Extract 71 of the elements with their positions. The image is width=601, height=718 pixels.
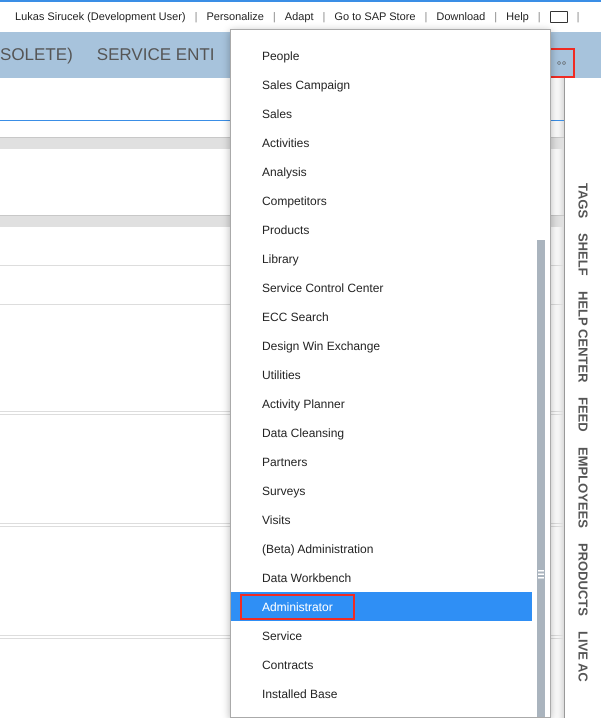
separator: |	[272, 11, 276, 23]
menu-item-label: Contracts	[261, 656, 314, 674]
menu-item-label: Data Workbench	[261, 570, 352, 586]
menu-item[interactable]: Partners	[231, 447, 532, 476]
separator: |	[576, 11, 580, 23]
top-bar-link[interactable]: Go to SAP Store	[334, 11, 416, 23]
menu-item[interactable]: Analysis	[231, 157, 532, 186]
menu-item[interactable]: Sales Campaign	[231, 70, 532, 99]
menu-item-label: Administrator	[242, 596, 353, 618]
menu-item[interactable]: Installed Base	[231, 679, 532, 708]
menu-item[interactable]: Products	[231, 215, 532, 244]
top-bar-link[interactable]: Download	[436, 11, 486, 23]
menu-item[interactable]: Visits	[231, 505, 532, 534]
menu-item-label: Data Cleansing	[261, 424, 346, 442]
menu-item-label: Design Win Exchange	[261, 338, 382, 354]
menu-item-label: Service	[261, 628, 304, 644]
menu-item[interactable]: Surveys	[231, 476, 532, 505]
menu-item[interactable]: Competitors	[231, 186, 532, 215]
menu-item[interactable]: Activity Planner	[231, 389, 532, 418]
menu-item-label: Activity Planner	[261, 396, 346, 412]
menu-item-label: Library	[261, 250, 300, 268]
side-tab[interactable]: SHELF	[576, 233, 590, 276]
side-tab[interactable]: HELP CENTER	[576, 290, 590, 382]
side-tab[interactable]: FEED	[576, 397, 590, 432]
menu-item-label: Visits	[261, 512, 292, 528]
menu-item[interactable]: Sales	[231, 99, 532, 128]
menu-item[interactable]: Service Control Center	[231, 273, 532, 302]
menu-item-label: Activities	[261, 134, 310, 152]
menu-item[interactable]: Activities	[231, 128, 532, 157]
side-tab[interactable]: TAGS	[576, 183, 590, 218]
side-tab[interactable]: PRODUCTS	[576, 542, 590, 616]
ellipsis-icon	[557, 61, 567, 65]
menu-item-label: Surveys	[261, 482, 306, 500]
screen-icon[interactable]	[550, 11, 568, 23]
menu-item[interactable]: Data Workbench	[231, 563, 532, 592]
nav-tab[interactable]: SOLETE)	[0, 45, 73, 65]
separator: |	[322, 11, 326, 23]
menu-item[interactable]: People	[231, 41, 532, 70]
separator: |	[538, 11, 541, 23]
menu-item-label: Partners	[261, 454, 308, 470]
menu-item-label: Utilities	[261, 366, 302, 384]
scrollbar[interactable]	[537, 240, 545, 717]
grip-icon	[538, 570, 544, 579]
menu-item-label: (Beta) Administration	[261, 540, 374, 558]
menu-item-label: Analysis	[261, 164, 308, 180]
menu-item-label: Sales	[261, 106, 294, 122]
menu-item-label: Sales Campaign	[261, 76, 352, 94]
menu-item-label: Service Control Center	[261, 280, 384, 296]
menu-item-label: ECC Search	[261, 308, 330, 326]
menu-item-label: Installed Base	[261, 686, 338, 702]
menu-item[interactable]: (Beta) Administration	[231, 534, 532, 563]
menu-item[interactable]: Design Win Exchange	[231, 331, 532, 360]
menu-item[interactable]: Service	[231, 621, 532, 650]
menu-item[interactable]: Utilities	[231, 360, 532, 389]
menu-item[interactable]: Contracts	[231, 650, 532, 679]
side-tab[interactable]: EMPLOYEES	[576, 446, 590, 528]
side-tab[interactable]: LIVE AC	[576, 630, 590, 682]
top-bar-link[interactable]: Personalize	[206, 11, 264, 23]
menu-item-label: Products	[261, 222, 310, 238]
menu-item-label: People	[261, 48, 300, 64]
separator: |	[494, 11, 498, 23]
separator: |	[424, 11, 428, 23]
menu-item[interactable]: Library	[231, 244, 532, 273]
separator: |	[194, 11, 198, 23]
menu-item[interactable]: ECC Search	[231, 302, 532, 331]
top-bar-link[interactable]: Adapt	[284, 11, 314, 23]
nav-tab[interactable]: SERVICE ENTI	[96, 45, 215, 65]
menu-item[interactable]: Data Cleansing	[231, 418, 532, 447]
top-bar-link[interactable]: Lukas Sirucek (Development User)	[15, 11, 186, 23]
menu-item-label: Competitors	[261, 192, 328, 210]
top-bar-link[interactable]: Help	[506, 11, 529, 23]
